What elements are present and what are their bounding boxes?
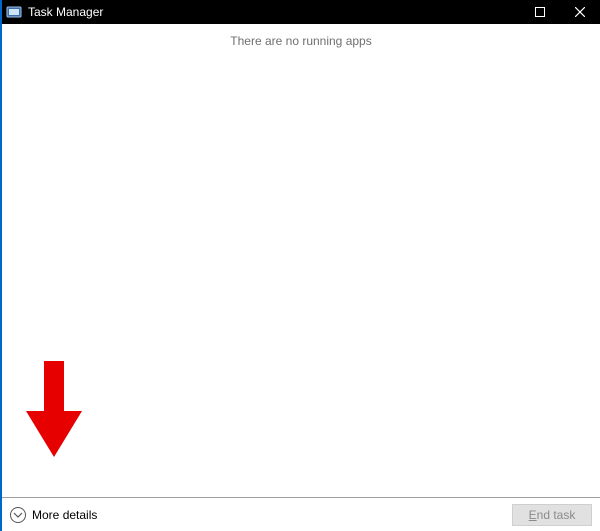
task-manager-window: Task Manager There are no running apps xyxy=(0,0,600,531)
window-title: Task Manager xyxy=(28,5,103,19)
app-icon xyxy=(6,4,22,20)
chevron-down-icon xyxy=(10,507,26,523)
footer: More details End task xyxy=(2,497,600,531)
maximize-button[interactable] xyxy=(520,0,560,24)
end-task-button[interactable]: End task xyxy=(512,504,592,526)
empty-message: There are no running apps xyxy=(2,34,600,48)
close-button[interactable] xyxy=(560,0,600,24)
more-details-label: More details xyxy=(32,508,97,522)
content-area: There are no running apps xyxy=(2,24,600,497)
annotation-arrow-icon xyxy=(26,361,82,457)
titlebar: Task Manager xyxy=(2,0,600,24)
more-details-button[interactable]: More details xyxy=(10,507,97,523)
